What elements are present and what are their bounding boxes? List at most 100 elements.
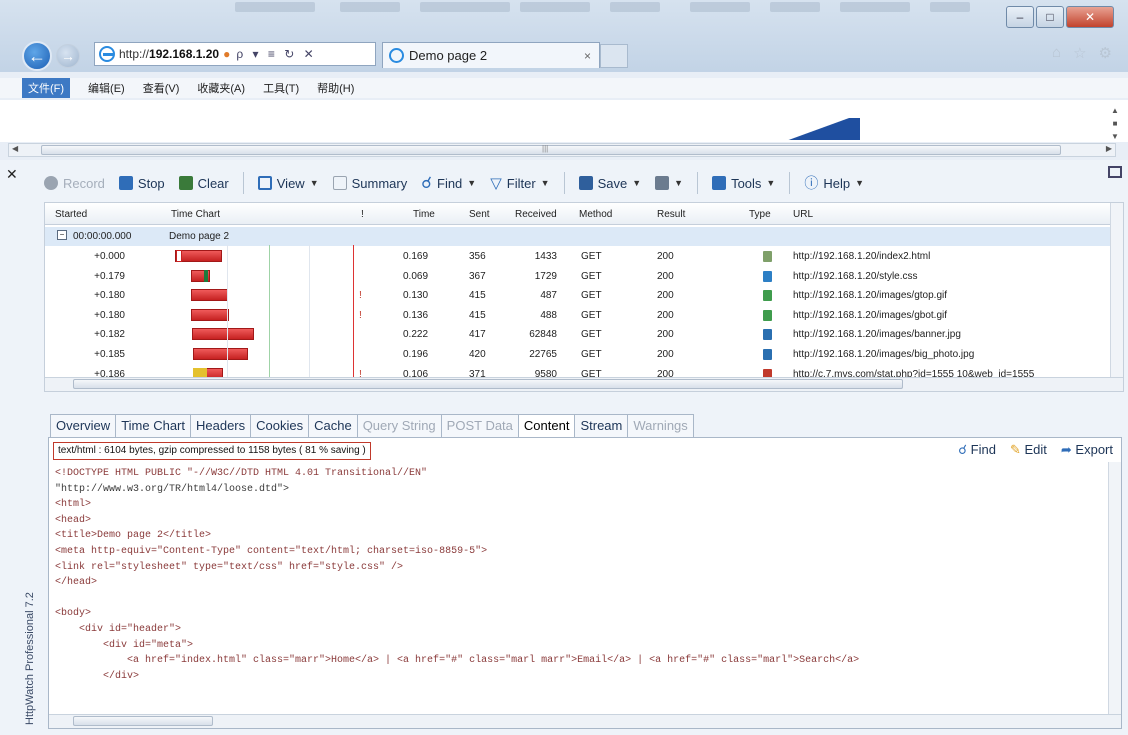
- menu-file[interactable]: 文件(F): [22, 78, 71, 98]
- source-line: </div>: [55, 670, 140, 682]
- tools-icon: [712, 176, 727, 190]
- toolbar-separator: [563, 172, 565, 194]
- request-row[interactable]: +0.179 0.069 367 1729 GET 200 http://192.168.1…: [45, 267, 1123, 286]
- grid-header: Started Time Chart ! Time Sent Received …: [45, 203, 1123, 225]
- record-icon: [44, 176, 58, 190]
- content-detail-pane: text/html : 6104 bytes, gzip compressed …: [48, 437, 1122, 729]
- tab-overview[interactable]: Overview: [50, 414, 117, 438]
- cell-result: 200: [657, 251, 674, 262]
- stop-button[interactable]: Stop: [118, 176, 165, 191]
- forward-button[interactable]: →: [56, 44, 80, 68]
- cell-result: 200: [657, 270, 674, 282]
- request-row[interactable]: +0.180! 0.130 415 487 GET 200 http://192.168.1…: [45, 286, 1123, 305]
- menu-view[interactable]: 查看(V): [143, 80, 180, 96]
- filter-button[interactable]: ▽ Filter ▼: [490, 174, 549, 192]
- cell-method: GET: [581, 309, 602, 321]
- collapse-icon[interactable]: −: [57, 230, 67, 240]
- page-vertical-scrollbar[interactable]: ▲ ■ ▼: [1108, 104, 1122, 144]
- cell-sent: 356: [469, 251, 486, 262]
- close-window-button[interactable]: ✕: [1066, 6, 1114, 28]
- clear-button[interactable]: Clear: [178, 176, 229, 191]
- col-type[interactable]: Type: [749, 209, 771, 220]
- tab-time-chart[interactable]: Time Chart: [115, 414, 191, 438]
- col-time[interactable]: Time: [413, 209, 435, 220]
- address-controls[interactable]: ρ ▾ ≡ ↻ ✕: [236, 47, 316, 61]
- view-button[interactable]: View ▼: [257, 176, 319, 191]
- cell-started: +0.179: [94, 270, 125, 282]
- toolbar-separator: [697, 172, 699, 194]
- tab-post-data[interactable]: POST Data: [440, 414, 519, 438]
- close-panel-icon[interactable]: ✕: [6, 166, 18, 183]
- col-started[interactable]: Started: [55, 209, 87, 220]
- menu-favorites[interactable]: 收藏夹(A): [197, 80, 245, 96]
- request-row[interactable]: +0.182 0.222 417 62848 GET 200 http://192.168.…: [45, 325, 1123, 344]
- content-type-icon: [763, 309, 772, 321]
- menu-help[interactable]: 帮助(H): [317, 80, 354, 96]
- tools-button[interactable]: Tools ▼: [712, 176, 775, 191]
- settings-gear-icon[interactable]: ⚙: [1099, 44, 1112, 62]
- tab-stream[interactable]: Stream: [574, 414, 629, 438]
- tab-query-string[interactable]: Query String: [356, 414, 442, 438]
- home-icon[interactable]: ⌂: [1052, 44, 1061, 62]
- edit-pencil-icon: ✎: [1009, 442, 1021, 457]
- tab-content[interactable]: Content: [517, 414, 576, 438]
- product-label: HttpWatch Professional 7.2: [24, 592, 36, 725]
- content-horizontal-scrollbar[interactable]: [49, 714, 1121, 728]
- page-scroll-thumb[interactable]: |||: [41, 144, 1061, 155]
- col-warning[interactable]: !: [361, 209, 364, 220]
- request-row[interactable]: +0.180! 0.136 415 488 GET 200 http://192.168.1…: [45, 306, 1123, 325]
- source-line: <body>: [55, 608, 92, 620]
- record-button[interactable]: Record: [44, 176, 105, 191]
- col-sent[interactable]: Sent: [469, 209, 490, 220]
- filter-dropdown-icon: ▼: [540, 178, 550, 188]
- summary-button[interactable]: Summary: [332, 176, 407, 191]
- tab-demo-page-2[interactable]: Demo page 2 ×: [382, 42, 600, 68]
- favorites-star-icon[interactable]: ☆: [1073, 44, 1086, 62]
- content-find-button[interactable]: ☌ Find: [958, 442, 996, 458]
- menu-bar: 文件(F) 编辑(E) 查看(V) 收藏夹(A) 工具(T) 帮助(H): [0, 78, 1128, 98]
- request-row[interactable]: +0.185 0.196 420 22765 GET 200 http://192.168.…: [45, 345, 1123, 364]
- tab-cookies[interactable]: Cookies: [250, 414, 310, 438]
- menu-tools[interactable]: 工具(T): [263, 80, 299, 96]
- tools-dropdown-icon: ▼: [766, 178, 776, 188]
- content-scroll-thumb[interactable]: [73, 716, 213, 726]
- print-button[interactable]: ▼: [655, 176, 683, 190]
- page-group-row[interactable]: − 00:00:00.000 Demo page 2: [45, 227, 1123, 246]
- save-button[interactable]: Save ▼: [578, 176, 641, 191]
- help-dropdown-icon: ▼: [855, 178, 865, 188]
- page-horizontal-scrollbar[interactable]: ◀ ||| ▶: [8, 143, 1116, 157]
- back-button[interactable]: ←: [22, 41, 52, 71]
- content-export-button[interactable]: ➦ Export: [1061, 442, 1113, 458]
- view-dropdown-icon: ▼: [309, 178, 319, 188]
- tab-warnings[interactable]: Warnings: [627, 414, 694, 438]
- grid-horizontal-scrollbar[interactable]: [45, 377, 1123, 391]
- find-button[interactable]: ☌ Find ▼: [421, 173, 476, 193]
- tab-close-icon[interactable]: ×: [584, 49, 591, 63]
- menu-edit[interactable]: 编辑(E): [88, 80, 125, 96]
- address-bar[interactable]: http://192.168.1.20 ● ρ ▾ ≡ ↻ ✕: [94, 42, 376, 66]
- cell-started: +0.185: [94, 349, 125, 360]
- grid-vertical-scrollbar[interactable]: [1110, 203, 1123, 391]
- content-edit-button[interactable]: ✎ Edit: [1010, 442, 1047, 458]
- tab-headers[interactable]: Headers: [190, 414, 252, 438]
- cell-result: 200: [657, 329, 674, 341]
- cell-started: +0.180: [94, 309, 125, 321]
- col-result[interactable]: Result: [657, 209, 685, 220]
- help-button[interactable]: ⓘ Help ▼: [804, 173, 864, 193]
- export-icon: ➦: [1060, 442, 1072, 457]
- cell-method: GET: [581, 290, 602, 302]
- tab-cache[interactable]: Cache: [308, 414, 358, 438]
- html-source-view[interactable]: <!DOCTYPE HTML PUBLIC "-//W3C//DTD HTML …: [55, 466, 1099, 684]
- col-url[interactable]: URL: [793, 209, 813, 220]
- maximize-button[interactable]: □: [1036, 6, 1064, 28]
- request-grid[interactable]: Started Time Chart ! Time Sent Received …: [44, 202, 1124, 392]
- content-vertical-scrollbar[interactable]: [1108, 462, 1121, 716]
- cell-method: GET: [581, 270, 602, 282]
- grid-scroll-thumb[interactable]: [73, 379, 903, 389]
- new-tab-button[interactable]: [600, 44, 628, 68]
- col-method[interactable]: Method: [579, 209, 612, 220]
- col-time-chart[interactable]: Time Chart: [171, 209, 220, 220]
- col-received[interactable]: Received: [515, 209, 557, 220]
- request-row[interactable]: +0.000 0.169 356 1433 GET 200 http://192.168.1…: [45, 247, 1123, 266]
- minimize-button[interactable]: –: [1006, 6, 1034, 28]
